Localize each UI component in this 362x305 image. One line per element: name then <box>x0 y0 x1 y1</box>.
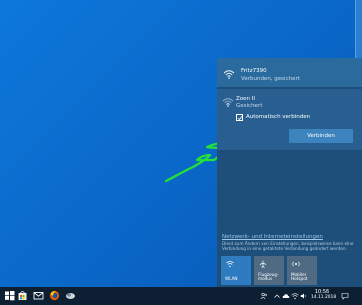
windows-start-icon[interactable] <box>4 290 15 301</box>
airplane-mode-toggle[interactable]: Flugzeug- modus <box>254 256 284 285</box>
network-status: Gesichert <box>236 103 263 109</box>
network-status: Verbunden, gesichert <box>241 76 300 82</box>
checkmark-icon <box>237 115 243 121</box>
network-flyout: Fritz7390 Verbunden, gesichert Zoen II G… <box>217 58 362 287</box>
auto-connect-checkbox[interactable] <box>236 114 243 121</box>
chevron-up-icon[interactable] <box>273 292 281 300</box>
wifi-icon <box>223 70 235 79</box>
mobile-hotspot-toggle[interactable]: Mobiler Hotspot <box>287 256 317 285</box>
connect-button[interactable]: Verbinden <box>289 129 353 143</box>
wifi-icon <box>226 261 234 268</box>
network-icon[interactable] <box>291 292 299 300</box>
network-settings-link[interactable]: Netzwerk- und Interneteinstellungen <box>222 234 323 240</box>
cloud-icon[interactable] <box>282 292 290 300</box>
network-item-connected[interactable]: Fritz7390 Verbunden, gesichert <box>217 58 362 87</box>
notification-icon[interactable] <box>341 292 349 300</box>
store-icon[interactable] <box>17 290 28 301</box>
mobile-hotspot-label: Mobiler Hotspot <box>291 271 308 282</box>
airplane-mode-label: Flugzeug- modus <box>258 271 279 282</box>
auto-connect-label: Automatisch verbinden <box>246 114 311 120</box>
firefox-icon[interactable] <box>49 290 60 301</box>
hotspot-icon <box>292 261 300 267</box>
volume-icon[interactable] <box>300 292 308 300</box>
network-name: Fritz7390 <box>241 68 267 74</box>
wlan-label: WLAN <box>225 276 238 282</box>
people-icon[interactable] <box>260 292 268 300</box>
taskbar: 10:56 14.11.2018 <box>0 287 362 305</box>
airplane-icon <box>259 260 267 268</box>
wifi-icon <box>222 98 234 107</box>
wlan-toggle[interactable]: WLAN <box>221 256 251 285</box>
app-icon[interactable] <box>65 290 76 301</box>
mail-icon[interactable] <box>33 290 44 301</box>
system-clock[interactable]: 10:56 14.11.2018 <box>311 289 337 301</box>
network-settings-description: Dient zum Ändern von Einstellungen, beis… <box>222 241 354 251</box>
network-item-selected[interactable]: Zoen II Gesichert Automatisch verbinden … <box>217 89 362 150</box>
clock-date: 14.11.2018 <box>311 295 337 300</box>
network-name: Zoen II <box>236 96 255 102</box>
